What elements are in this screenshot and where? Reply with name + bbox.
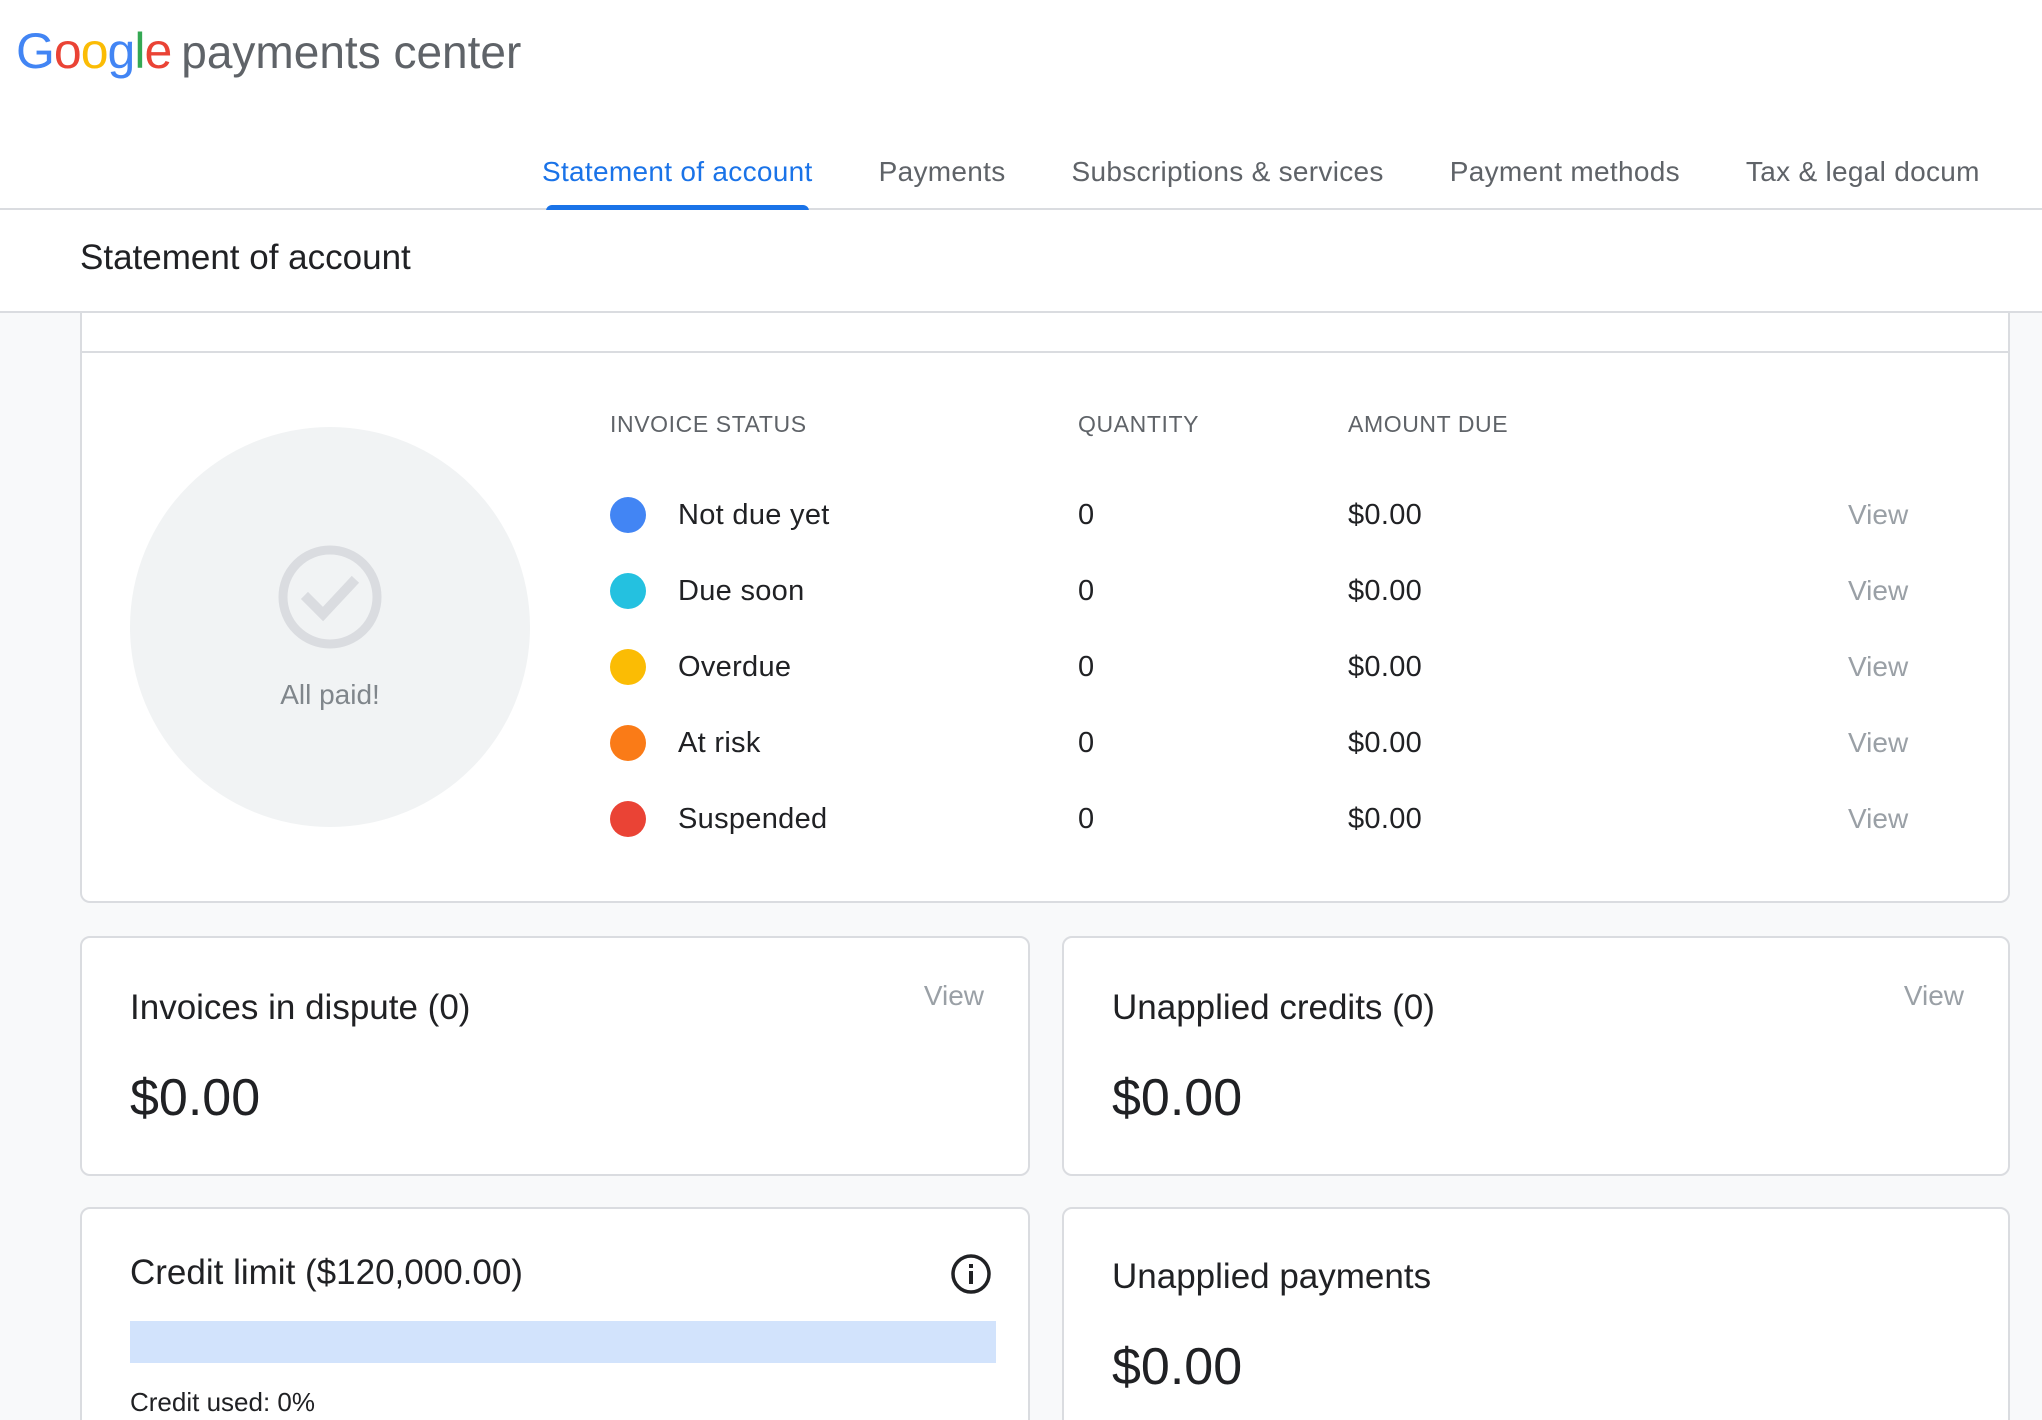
tab-payments[interactable]: Payments	[879, 150, 1006, 210]
status-dot	[610, 725, 646, 761]
page-header: Statement of account	[0, 210, 2042, 313]
status-label: At risk	[678, 727, 761, 759]
logo-letter: o	[80, 23, 109, 79]
status-row-at-risk: At risk 0 $0.00 View	[82, 715, 2012, 765]
status-quantity: 0	[1078, 575, 1095, 607]
view-at-risk-link[interactable]: View	[1848, 727, 1908, 759]
view-overdue-link[interactable]: View	[1848, 651, 1908, 683]
status-label: Not due yet	[678, 499, 830, 531]
status-quantity: 0	[1078, 651, 1095, 683]
status-row-overdue: Overdue 0 $0.00 View	[82, 639, 2012, 689]
status-amount: $0.00	[1348, 575, 1423, 607]
disputes-amount: $0.00	[130, 1069, 261, 1127]
credit-limit-card: Credit limit ($120,000.00) Credit used: …	[80, 1207, 1030, 1420]
invoices-in-dispute-card: Invoices in dispute (0) View $0.00	[80, 936, 1030, 1176]
payments-title: Unapplied payments	[1112, 1257, 1432, 1296]
app-header: Google payments center Statement of acco…	[0, 0, 2042, 211]
main-content: All paid! INVOICE STATUS QUANTITY AMOUNT…	[0, 313, 2042, 1420]
status-row-not-due-yet: Not due yet 0 $0.00 View	[82, 487, 2012, 537]
logo-letter: e	[144, 23, 172, 79]
logo-letter: G	[16, 23, 55, 79]
column-header-invoice-status: INVOICE STATUS	[610, 411, 807, 437]
google-wordmark: Google	[16, 18, 172, 84]
credits-title: Unapplied credits (0)	[1112, 988, 1435, 1027]
payments-amount: $0.00	[1112, 1338, 1243, 1396]
payments-center-page: Google payments center Statement of acco…	[0, 0, 2042, 1420]
status-row-due-soon: Due soon 0 $0.00 View	[82, 563, 2012, 613]
credit-usage-bar	[130, 1321, 996, 1363]
credits-amount: $0.00	[1112, 1069, 1243, 1127]
google-payments-logo[interactable]: Google payments center	[16, 18, 521, 85]
status-amount: $0.00	[1348, 727, 1423, 759]
logo-letter: o	[53, 23, 82, 79]
invoice-status-card: All paid! INVOICE STATUS QUANTITY AMOUNT…	[80, 353, 2010, 903]
status-label: Suspended	[678, 803, 828, 835]
credit-limit-title: Credit limit ($120,000.00)	[130, 1253, 523, 1292]
status-quantity: 0	[1078, 499, 1095, 531]
view-credits-link[interactable]: View	[1904, 980, 1964, 1012]
product-name: payments center	[181, 26, 522, 78]
status-dot	[610, 573, 646, 609]
view-due-soon-link[interactable]: View	[1848, 575, 1908, 607]
column-header-amount-due: AMOUNT DUE	[1348, 411, 1509, 437]
status-dot	[610, 649, 646, 685]
card-top-edge	[80, 313, 2010, 353]
status-amount: $0.00	[1348, 803, 1423, 835]
logo-letter: g	[107, 23, 136, 79]
logo-letter: l	[134, 23, 145, 79]
unapplied-credits-card: Unapplied credits (0) View $0.00	[1062, 936, 2010, 1176]
status-quantity: 0	[1078, 727, 1095, 759]
main-tabs: Statement of account Payments Subscripti…	[542, 150, 2042, 211]
view-not-due-yet-link[interactable]: View	[1848, 499, 1908, 531]
credit-used-label: Credit used: 0%	[130, 1387, 315, 1417]
view-disputes-link[interactable]: View	[924, 980, 984, 1012]
column-header-quantity: QUANTITY	[1078, 411, 1200, 437]
status-dot	[610, 801, 646, 837]
status-amount: $0.00	[1348, 651, 1423, 683]
status-dot	[610, 497, 646, 533]
status-label: Due soon	[678, 575, 805, 607]
status-label: Overdue	[678, 651, 792, 683]
view-suspended-link[interactable]: View	[1848, 803, 1908, 835]
unapplied-payments-card: Unapplied payments $0.00	[1062, 1207, 2010, 1420]
disputes-title: Invoices in dispute (0)	[130, 988, 471, 1027]
tab-statement-of-account[interactable]: Statement of account	[542, 150, 813, 211]
tab-payment-methods[interactable]: Payment methods	[1450, 150, 1680, 210]
status-amount: $0.00	[1348, 499, 1423, 531]
tab-subscriptions-services[interactable]: Subscriptions & services	[1072, 150, 1384, 210]
status-row-suspended: Suspended 0 $0.00 View	[82, 791, 2012, 841]
page-title: Statement of account	[80, 238, 411, 277]
status-quantity: 0	[1078, 803, 1095, 835]
tab-tax-legal-documents[interactable]: Tax & legal docum	[1746, 150, 1980, 210]
info-icon[interactable]	[950, 1253, 992, 1295]
